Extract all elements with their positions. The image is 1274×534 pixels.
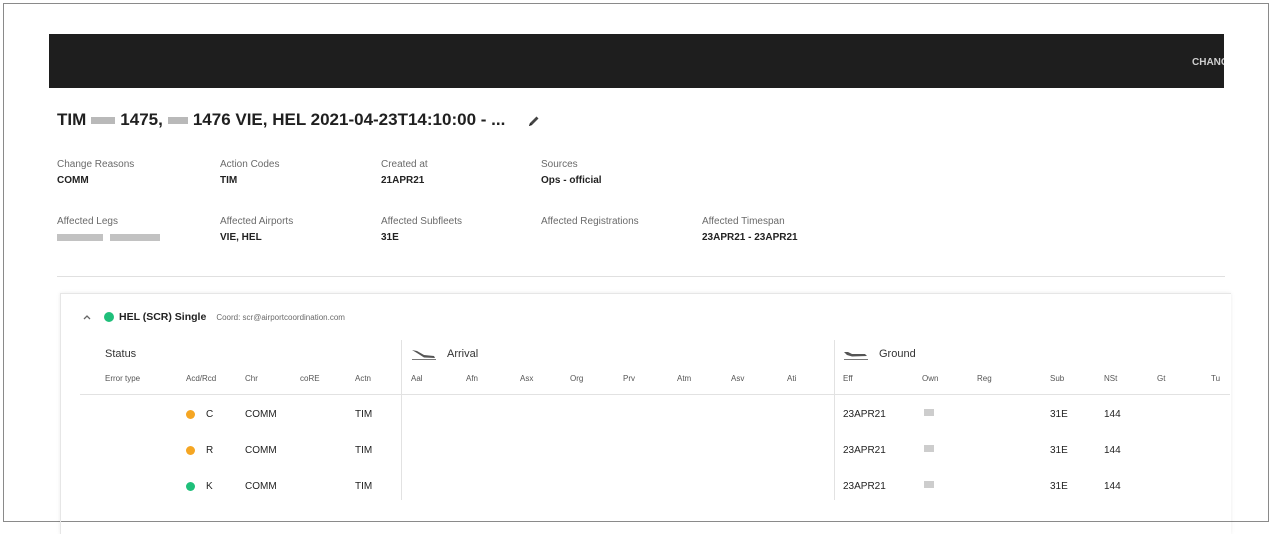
row-status-dot — [186, 446, 195, 455]
row-code: C — [206, 409, 214, 420]
row-nst: 144 — [1104, 481, 1121, 492]
row-sub: 31E — [1050, 445, 1068, 456]
title-flight2: 1476 VIE, HEL 2021-04-23T14:10:00 - ... — [192, 110, 506, 129]
pencil-icon[interactable] — [527, 113, 541, 127]
col-org[interactable]: Org — [570, 374, 583, 383]
meta-change-reasons: Change Reasons COMM — [57, 159, 135, 186]
arrival-separator — [401, 340, 402, 500]
row-eff: 23APR21 — [843, 409, 886, 420]
row-sub: 31E — [1050, 409, 1068, 420]
airport-status-dot — [104, 312, 114, 322]
row-code: K — [206, 481, 213, 492]
change-button[interactable]: CHANGE — [1192, 57, 1224, 68]
card-header: HEL (SCR) Single Coord: scr@airportcoord… — [82, 308, 345, 326]
col-error-type[interactable]: Error type — [105, 374, 140, 383]
chevron-up-icon[interactable] — [82, 312, 92, 322]
col-asv[interactable]: Asv — [731, 374, 744, 383]
row-eff: 23APR21 — [843, 481, 886, 492]
col-prv[interactable]: Prv — [623, 374, 635, 383]
row-eff: 23APR21 — [843, 445, 886, 456]
meta-sources: Sources Ops - official — [541, 159, 602, 186]
row-nst: 144 — [1104, 445, 1121, 456]
top-toolbar: CHANGE — [49, 34, 1224, 88]
row-own-redacted — [924, 409, 934, 416]
col-sub[interactable]: Sub — [1050, 374, 1064, 383]
section-divider — [57, 276, 1225, 277]
row-status-dot — [186, 410, 195, 419]
col-own[interactable]: Own — [922, 374, 938, 383]
row-actn: TIM — [355, 481, 373, 492]
row-actn: TIM — [355, 409, 373, 420]
redacted-leg-1 — [57, 233, 103, 241]
meta-affected-subfleets: Affected Subfleets 31E — [381, 216, 462, 243]
row-nst: 144 — [1104, 409, 1121, 420]
coordinator-email: Coord: scr@airportcoordination.com — [216, 312, 345, 322]
col-atm[interactable]: Atm — [677, 374, 691, 383]
meta-affected-legs: Affected Legs — [57, 216, 160, 243]
ground-separator — [834, 340, 835, 500]
col-eff[interactable]: Eff — [843, 374, 853, 383]
meta-created-at: Created at 21APR21 — [381, 159, 428, 186]
meta-action-codes: Action Codes TIM — [220, 159, 280, 186]
row-own-redacted — [924, 481, 934, 488]
col-gt[interactable]: Gt — [1157, 374, 1165, 383]
group-arrival: Arrival — [411, 348, 478, 360]
redacted-flight-prefix — [91, 116, 116, 124]
row-code: R — [206, 445, 214, 456]
col-actn[interactable]: Actn — [355, 374, 371, 383]
col-aal[interactable]: Aal — [411, 374, 423, 383]
redacted-flight-prefix-2 — [167, 116, 188, 124]
header-separator — [80, 394, 1230, 395]
group-status: Status — [105, 348, 137, 360]
group-ground: Ground — [843, 348, 916, 360]
row-status-dot — [186, 482, 195, 491]
page-title: TIM 1475, 1476 VIE, HEL 2021-04-23T14:10… — [57, 108, 541, 132]
col-core[interactable]: coRE — [300, 374, 320, 383]
meta-affected-timespan: Affected Timespan 23APR21 - 23APR21 — [702, 216, 798, 243]
row-chr: COMM — [245, 445, 277, 456]
plane-ground-icon — [844, 352, 868, 360]
meta-affected-airports: Affected Airports VIE, HEL — [220, 216, 294, 243]
col-chr[interactable]: Chr — [245, 374, 258, 383]
col-reg[interactable]: Reg — [977, 374, 992, 383]
row-actn: TIM — [355, 445, 373, 456]
row-sub: 31E — [1050, 481, 1068, 492]
col-acd-rcd[interactable]: Acd/Rcd — [186, 374, 216, 383]
col-afn[interactable]: Afn — [466, 374, 478, 383]
row-chr: COMM — [245, 481, 277, 492]
redacted-leg-2 — [109, 233, 160, 241]
col-nst[interactable]: NSt — [1104, 374, 1117, 383]
row-chr: COMM — [245, 409, 277, 420]
plane-landing-icon — [412, 350, 436, 360]
col-ati[interactable]: Ati — [787, 374, 796, 383]
title-prefix: TIM — [57, 110, 87, 129]
row-own-redacted — [924, 445, 934, 452]
col-asx[interactable]: Asx — [520, 374, 533, 383]
meta-affected-registrations: Affected Registrations — [541, 216, 639, 227]
title-flight1: 1475, — [120, 110, 163, 129]
airport-name: HEL (SCR) Single — [119, 311, 207, 323]
col-tu[interactable]: Tu — [1211, 374, 1220, 383]
